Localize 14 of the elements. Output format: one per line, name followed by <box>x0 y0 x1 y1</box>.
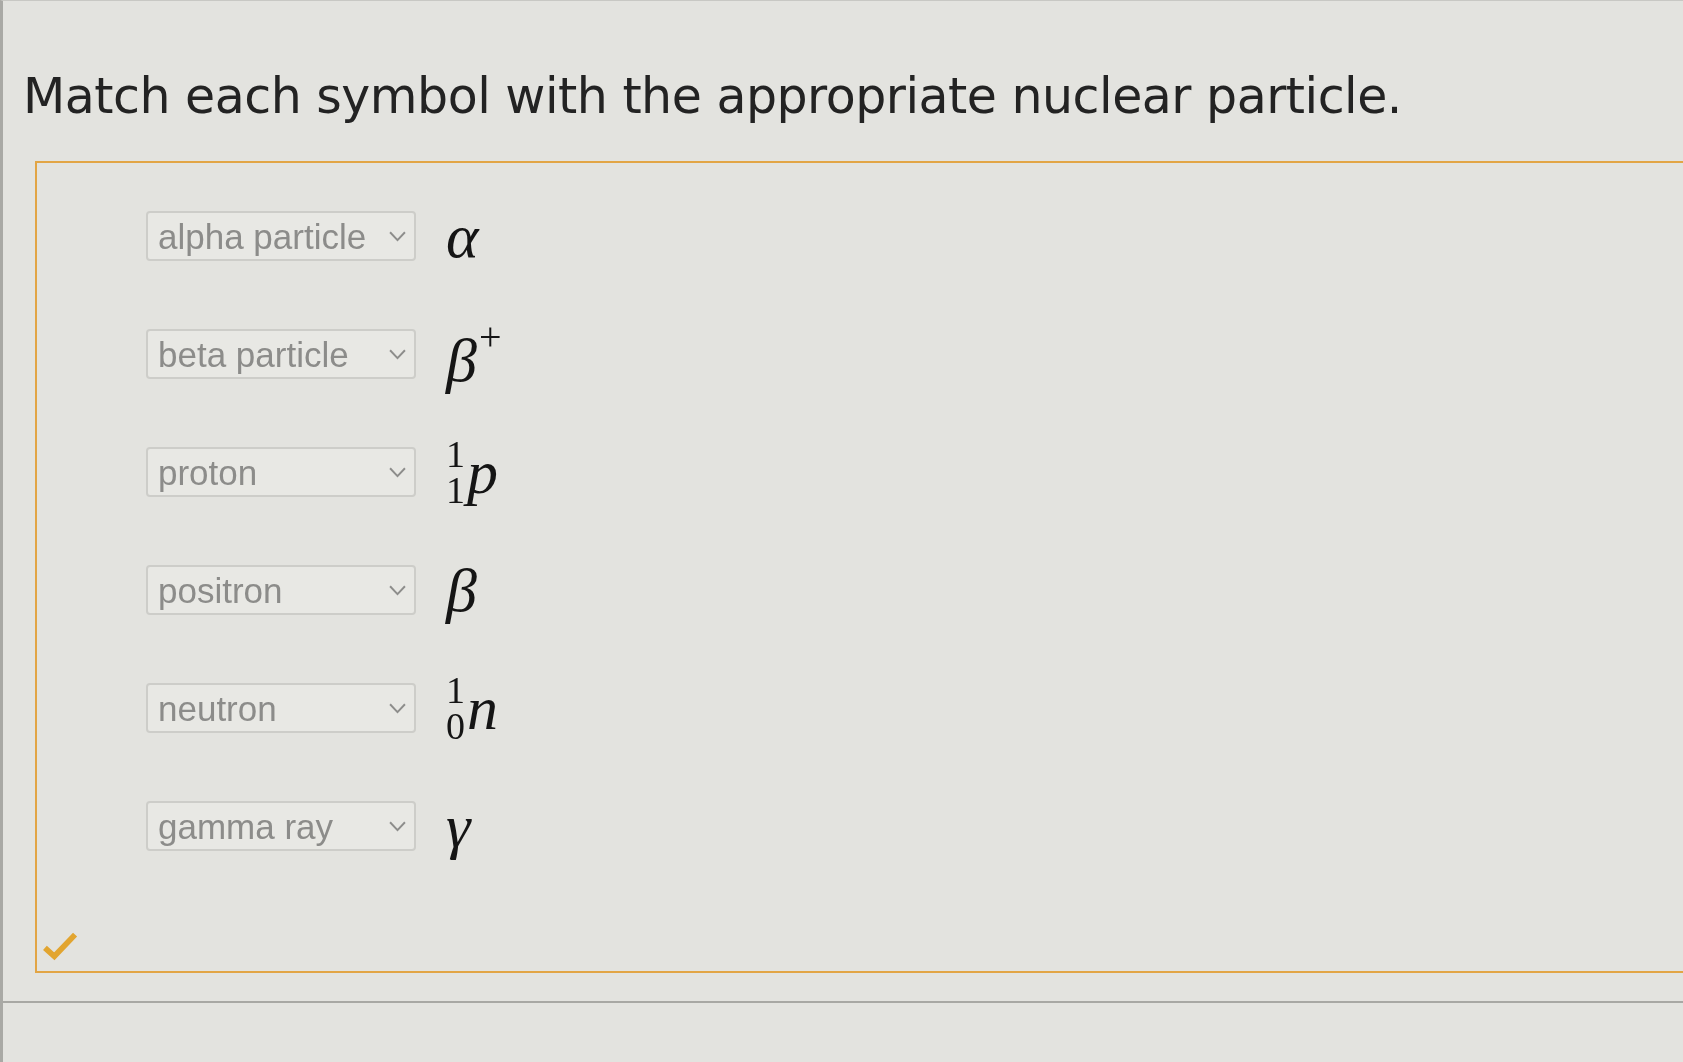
chevron-down-icon <box>389 348 406 360</box>
chevron-down-icon <box>389 584 406 596</box>
dropdown[interactable]: proton <box>146 447 416 497</box>
chevron-down-icon <box>389 702 406 714</box>
chevron-down-icon <box>389 230 406 242</box>
dropdown[interactable]: gamma ray <box>146 801 416 851</box>
math-symbol: α <box>446 205 479 267</box>
chevron-down-icon <box>389 466 406 478</box>
chevron-down-icon <box>389 820 406 832</box>
dropdown[interactable]: positron <box>146 565 416 615</box>
dropdown[interactable]: alpha particle <box>146 211 416 261</box>
question-text: Match each symbol with the appropriate nuclear particle. <box>22 67 1403 127</box>
dropdown[interactable]: beta particle <box>146 329 416 379</box>
dropdown[interactable]: neutron <box>146 683 416 733</box>
